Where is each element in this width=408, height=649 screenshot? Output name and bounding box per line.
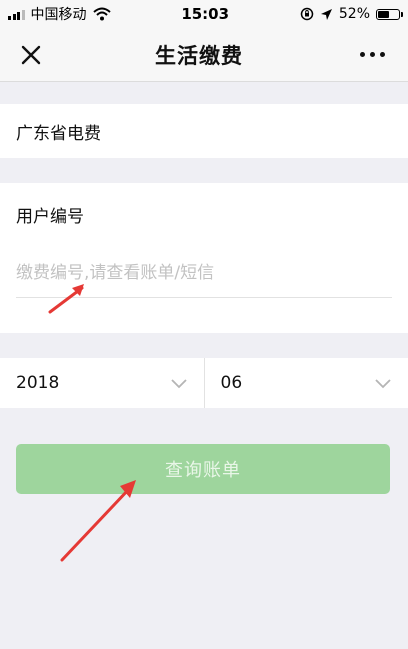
- page-title: 生活缴费: [155, 43, 243, 68]
- battery-icon: [376, 8, 403, 20]
- year-select[interactable]: 2018: [0, 358, 204, 408]
- status-left: 中国移动: [8, 4, 111, 24]
- month-select[interactable]: 06: [203, 358, 408, 408]
- account-number-input[interactable]: [16, 255, 392, 298]
- orientation-lock-icon: [300, 7, 314, 21]
- chevron-down-icon: [375, 379, 391, 389]
- nav-bar: 生活缴费: [0, 28, 408, 82]
- more-icon: [359, 52, 385, 57]
- wifi-icon: [92, 7, 111, 21]
- status-right: 52%: [300, 6, 403, 22]
- query-bill-button[interactable]: 查询账单: [16, 444, 390, 494]
- close-button[interactable]: [16, 40, 46, 70]
- battery-percent: 52%: [338, 6, 370, 22]
- status-bar: 中国移动 15:03 52%: [0, 0, 408, 28]
- chevron-down-icon: [170, 379, 187, 389]
- month-value: 06: [220, 373, 243, 393]
- provider-row[interactable]: 广东省电费: [0, 104, 408, 158]
- close-icon: [21, 45, 41, 64]
- provider-name: 广东省电费: [16, 123, 101, 144]
- more-button[interactable]: [352, 40, 392, 70]
- account-section: 用户编号: [0, 183, 408, 333]
- account-label: 用户编号: [16, 207, 84, 227]
- signal-icon: [8, 8, 25, 20]
- status-time: 15:03: [181, 5, 230, 23]
- carrier-label: 中国移动: [30, 7, 87, 23]
- year-value: 2018: [16, 373, 60, 393]
- location-icon: [320, 8, 332, 20]
- date-picker-row: 2018 06: [0, 358, 408, 408]
